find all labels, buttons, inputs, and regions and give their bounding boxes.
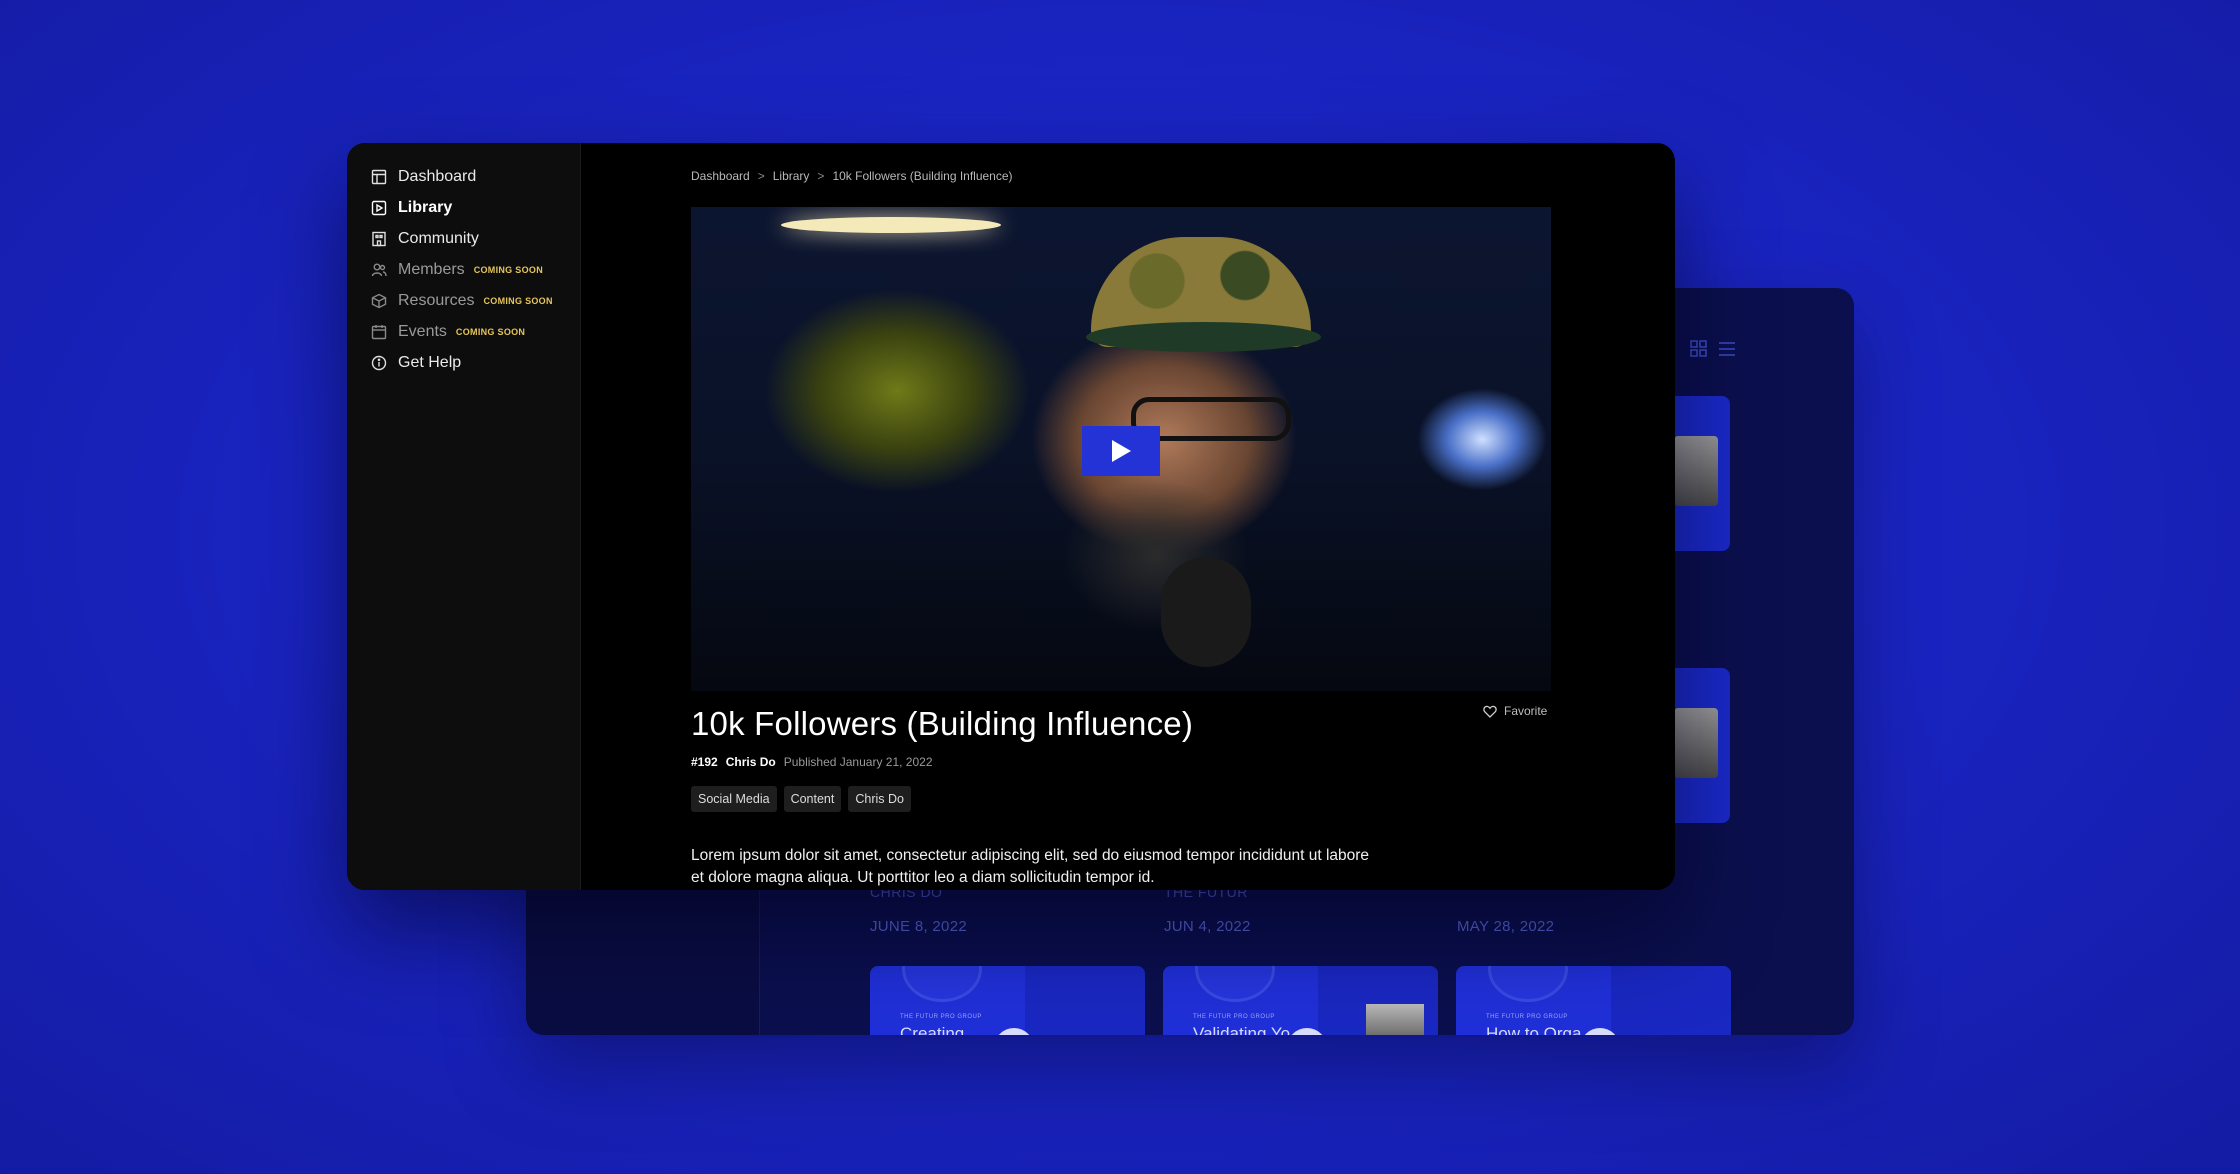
- card-group: THE FUTUR PRO GROUP: [900, 1014, 982, 1020]
- episode-number: #192: [691, 755, 718, 769]
- tag-chris-do[interactable]: Chris Do: [848, 786, 911, 812]
- card-date: MAY 28, 2022: [1457, 918, 1555, 935]
- breadcrumb: Dashboard > Library > 10k Followers (Bui…: [691, 169, 1013, 183]
- grid-view-icon[interactable]: [1690, 340, 1708, 358]
- sidebar-item-label: Resources: [398, 292, 475, 309]
- list-view-icon[interactable]: [1718, 340, 1736, 358]
- sidebar-item-community[interactable]: Community: [371, 227, 479, 251]
- card-portrait: [1674, 436, 1718, 506]
- sidebar-item-resources[interactable]: Resources COMING SOON: [371, 289, 553, 313]
- sidebar-item-label: Library: [398, 199, 453, 216]
- video-thumbnail-cap-brim: [1086, 322, 1321, 352]
- favorite-label: Favorite: [1504, 704, 1548, 718]
- card-title: Validating Yo: [1193, 1024, 1291, 1035]
- sidebar-item-label: Get Help: [398, 354, 462, 371]
- play-icon: [1112, 440, 1131, 462]
- breadcrumb-item[interactable]: Library: [773, 169, 810, 183]
- heart-icon: [1483, 705, 1497, 718]
- video-description: Lorem ipsum dolor sit amet, consectetur …: [691, 847, 1370, 886]
- coming-soon-badge: COMING SOON: [455, 327, 526, 337]
- coming-soon-badge: COMING SOON: [483, 296, 553, 306]
- play-square-icon: [371, 200, 387, 216]
- members-icon: [371, 263, 387, 277]
- sidebar-item-label: Community: [398, 230, 479, 247]
- calendar-icon: [371, 325, 387, 340]
- seal-icon: [1488, 966, 1568, 1002]
- sidebar-item-get-help[interactable]: Get Help: [371, 351, 461, 375]
- publish-date: Published January 21, 2022: [783, 755, 933, 769]
- sidebar-item-label: Events: [398, 323, 447, 340]
- course-card[interactable]: THE FUTUR PRO GROUP Validating Yo: [1163, 966, 1438, 1035]
- card-photo: [1366, 1004, 1424, 1035]
- sidebar-item-library[interactable]: Library: [371, 196, 452, 220]
- breadcrumb-separator: >: [757, 169, 765, 183]
- tag-social-media[interactable]: Social Media: [691, 786, 777, 812]
- video-thumbnail-microphone: [1161, 557, 1251, 667]
- card-portrait: [1674, 708, 1718, 778]
- author-name[interactable]: Chris Do: [726, 755, 776, 769]
- breadcrumb-item[interactable]: Dashboard: [691, 169, 750, 183]
- card-title: Creating: [900, 1024, 965, 1035]
- sidebar: Dashboard Library Community Members COMI…: [347, 143, 581, 890]
- video-player[interactable]: [691, 207, 1551, 691]
- tag-list: Social Media Content Chris Do: [691, 786, 911, 812]
- breadcrumb-separator: >: [817, 169, 825, 183]
- dashboard-icon: [371, 169, 387, 185]
- favorite-button[interactable]: Favorite: [1483, 704, 1547, 718]
- page-title: 10k Followers (Building Influence): [691, 705, 1194, 742]
- sidebar-item-label: Dashboard: [398, 168, 477, 185]
- course-card[interactable]: THE FUTUR PRO GROUP Creating: [870, 966, 1145, 1035]
- sidebar-item-dashboard[interactable]: Dashboard: [371, 165, 476, 189]
- card-title: How to Orga: [1486, 1024, 1582, 1035]
- sidebar-item-events[interactable]: Events COMING SOON: [371, 320, 525, 344]
- main-window: Dashboard Library Community Members COMI…: [347, 143, 1675, 890]
- building-icon: [372, 231, 386, 247]
- video-thumbnail-lamp: [781, 217, 1001, 233]
- video-meta: #192 Chris Do Published January 21, 2022: [691, 755, 933, 769]
- breadcrumb-item-current: 10k Followers (Building Influence): [832, 169, 1013, 183]
- card-group: THE FUTUR PRO GROUP: [1486, 1014, 1568, 1020]
- sidebar-item-label: Members: [398, 261, 465, 278]
- seal-icon: [1195, 966, 1275, 1002]
- seal-icon: [902, 966, 982, 1002]
- play-button[interactable]: [1082, 426, 1160, 476]
- main-content: Dashboard > Library > 10k Followers (Bui…: [581, 143, 1675, 890]
- card-date: JUNE 8, 2022: [870, 918, 967, 935]
- info-icon: [371, 355, 387, 371]
- card-group: THE FUTUR PRO GROUP: [1193, 1014, 1275, 1020]
- coming-soon-badge: COMING SOON: [473, 265, 543, 275]
- course-card[interactable]: THE FUTUR PRO GROUP How to Orga: [1456, 966, 1731, 1035]
- tag-content[interactable]: Content: [783, 786, 842, 812]
- card-date: JUN 4, 2022: [1164, 918, 1251, 935]
- sidebar-item-members[interactable]: Members COMING SOON: [371, 258, 543, 282]
- view-toggle: [1690, 340, 1736, 358]
- cube-icon: [371, 293, 387, 309]
